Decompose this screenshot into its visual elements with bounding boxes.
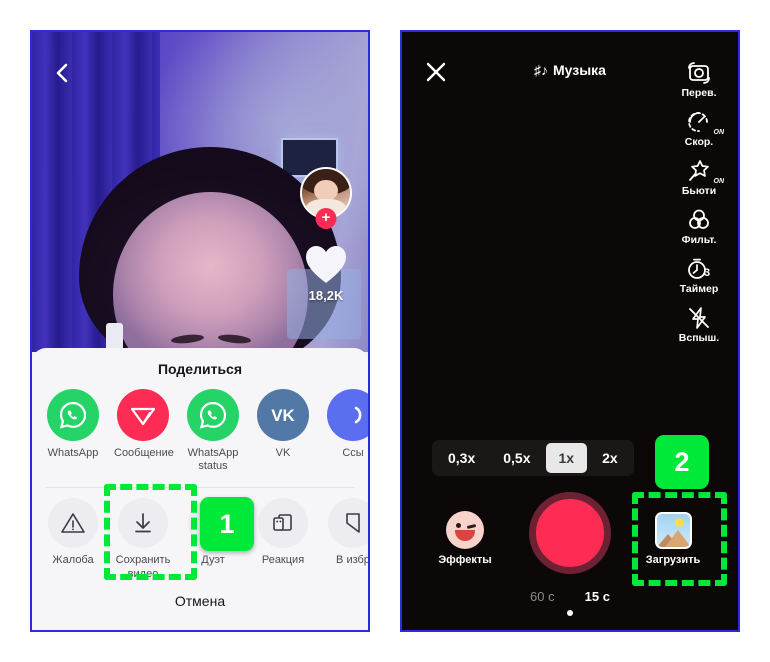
tool-flip-camera[interactable]: Перев.	[668, 59, 730, 99]
tool-label: Скор.	[684, 136, 714, 148]
effects-button[interactable]: Эффекты	[432, 511, 498, 566]
eyebrow-left	[170, 333, 205, 345]
camera-tools-rail: Перев. ON Скор. ON Бьюти Фильт. 3 Таймер…	[668, 59, 730, 344]
whatsapp-status-icon	[187, 389, 239, 441]
smiley-wink-icon	[446, 511, 484, 549]
whatsapp-icon	[47, 389, 99, 441]
action-reaction[interactable]: Реакция	[254, 498, 312, 580]
duration-option-15s[interactable]: 15 с	[585, 589, 610, 604]
share-app-label: WhatsApp	[47, 447, 99, 459]
sheet-divider	[46, 487, 354, 489]
tool-timer[interactable]: 3 Таймер	[668, 255, 730, 295]
tool-label: Бьюти	[681, 185, 717, 197]
flip-camera-icon	[668, 59, 730, 86]
tool-beauty[interactable]: ON Бьюти	[668, 157, 730, 197]
tool-speed[interactable]: ON Скор.	[668, 108, 730, 148]
share-apps-row: WhatsApp Сообщение WhatsApp status VK VK…	[32, 389, 368, 473]
smiley-mouth	[455, 530, 475, 541]
share-sheet: Поделиться WhatsApp Сообщение WhatsApp s…	[32, 348, 368, 630]
tool-label: Вспыш.	[678, 332, 720, 344]
like-count: 18,2K	[308, 288, 344, 303]
svg-text:VK: VK	[271, 406, 295, 425]
tool-label: Перев.	[681, 87, 717, 99]
tool-filters[interactable]: Фильт.	[668, 206, 730, 246]
zoom-option-03x[interactable]: 0,3x	[435, 443, 488, 473]
music-note-icon: ♯♪	[534, 62, 548, 78]
action-label: Реакция	[261, 554, 305, 567]
share-app-whatsapp[interactable]: WhatsApp	[44, 389, 102, 473]
tool-state: ON	[713, 129, 725, 136]
tool-label: Фильт.	[681, 234, 717, 246]
speed-icon: ON	[668, 108, 730, 136]
avatar[interactable]: +	[300, 167, 352, 229]
tool-label: Таймер	[679, 283, 719, 295]
video-surface[interactable]: + 18,2K	[32, 32, 368, 352]
svg-text:3: 3	[704, 267, 710, 279]
plus-icon[interactable]: +	[315, 208, 337, 229]
tool-flash[interactable]: Вспыш.	[668, 304, 730, 344]
highlight-box-upload	[632, 492, 727, 586]
avatar-face	[314, 179, 338, 201]
effects-label: Эффекты	[438, 554, 492, 566]
video-action-rail: + 18,2K	[296, 167, 356, 303]
record-button[interactable]	[529, 492, 611, 574]
music-label: Музыка	[553, 62, 606, 78]
chevron-left-icon[interactable]	[50, 60, 76, 86]
timer-icon: 3	[668, 255, 730, 282]
action-report[interactable]: Жалоба	[44, 498, 102, 580]
zoom-option-2x[interactable]: 2x	[589, 443, 631, 473]
beauty-wand-icon: ON	[668, 157, 730, 185]
cancel-button[interactable]: Отмена	[32, 581, 368, 609]
action-bookmark[interactable]: В избр	[324, 498, 370, 580]
share-app-whatsapp-status[interactable]: WhatsApp status	[184, 389, 242, 473]
smiley-eye	[456, 523, 461, 528]
duration-option-60s[interactable]: 60 с	[530, 589, 555, 604]
share-app-label: WhatsApp status	[187, 447, 239, 473]
zoom-option-1x[interactable]: 1x	[545, 443, 588, 473]
share-app-label: VK	[275, 447, 291, 459]
action-label: В избр	[336, 554, 370, 567]
reaction-icon	[258, 498, 308, 549]
share-app-copy-link[interactable]: Ссы	[324, 389, 368, 473]
heart-icon[interactable]	[304, 245, 348, 285]
smiley-wink	[466, 523, 477, 530]
share-app-message[interactable]: Сообщение	[114, 389, 174, 473]
zoom-option-05x[interactable]: 0,5x	[490, 443, 543, 473]
eyebrow-right	[217, 333, 252, 345]
highlight-box-save-video	[104, 484, 197, 580]
share-app-label: Ссы	[342, 447, 364, 459]
bookmark-icon	[328, 498, 368, 549]
warning-triangle-icon	[48, 498, 98, 549]
copy-link-icon	[327, 389, 368, 441]
screenshot-root: + 18,2K Поделиться WhatsApp Сообщение Wh…	[0, 0, 770, 662]
step-badge-1: 1	[200, 497, 254, 551]
page-indicator-dot	[567, 610, 573, 616]
share-sheet-title: Поделиться	[157, 361, 243, 377]
direct-message-icon	[117, 389, 169, 441]
share-app-label: Сообщение	[114, 447, 174, 459]
filters-icon	[668, 206, 730, 233]
share-app-vk[interactable]: VK VK	[254, 389, 312, 473]
duration-selector: 60 с 15 с	[402, 589, 738, 604]
flash-off-icon	[668, 304, 730, 331]
tool-state: ON	[713, 178, 725, 185]
vk-icon: VK	[257, 389, 309, 441]
action-label: Жалоба	[52, 554, 94, 567]
step-badge-2: 2	[655, 435, 709, 489]
